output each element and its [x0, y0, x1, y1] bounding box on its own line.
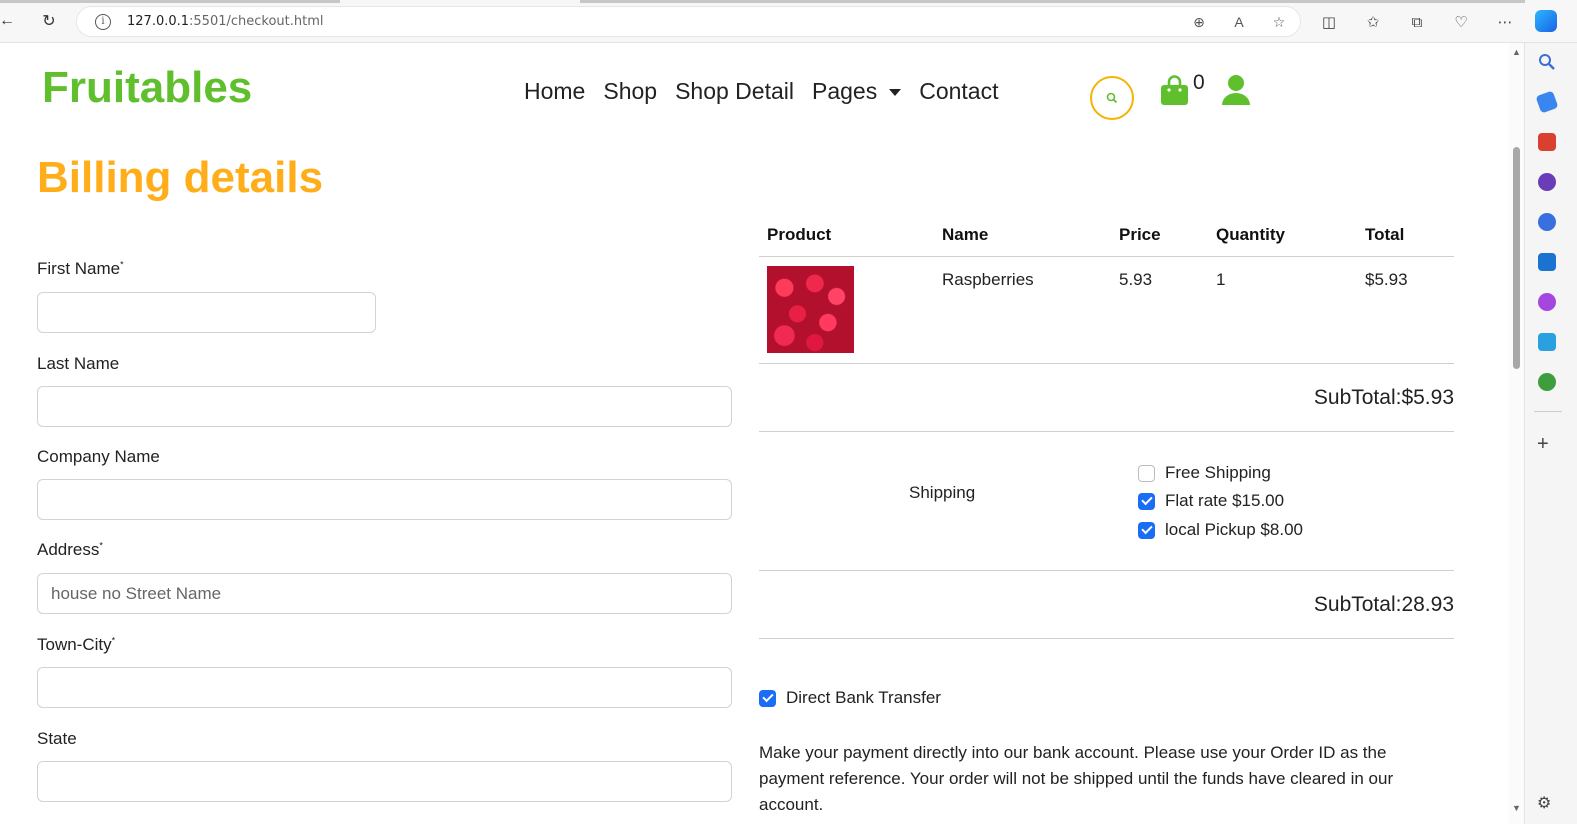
col-header-product: Product — [767, 225, 832, 244]
collections-icon[interactable]: ⧉ — [1406, 11, 1428, 33]
cart-button[interactable] — [1160, 75, 1189, 111]
tree-icon[interactable] — [1538, 373, 1556, 391]
user-account-button[interactable] — [1221, 74, 1251, 111]
address-bar[interactable]: i 127.0.0.1:5501/checkout.html ⊕ A ☆ — [76, 6, 1301, 37]
browser-side-panel: + ⚙ — [1524, 43, 1577, 824]
item-quantity: 1 — [1216, 270, 1226, 289]
browser-essentials-icon[interactable]: ♡ — [1450, 11, 1472, 33]
shipping-label: Shipping — [909, 483, 976, 502]
state-field[interactable] — [37, 761, 732, 802]
url-text: 127.0.0.1:5501/checkout.html — [127, 14, 324, 29]
favorites-icon[interactable]: ✩ — [1362, 11, 1384, 33]
nav-shop-detail[interactable]: Shop Detail — [675, 78, 794, 105]
site-info-icon[interactable]: i — [95, 13, 111, 30]
col-header-price: Price — [1119, 225, 1161, 244]
back-icon[interactable]: ← — [0, 10, 18, 32]
tab-strip — [0, 0, 1577, 3]
nav-pages-label: Pages — [812, 78, 878, 104]
last-name-field[interactable] — [37, 386, 732, 427]
add-icon[interactable]: + — [1537, 433, 1549, 456]
company-name-label: Company Name — [37, 447, 160, 466]
col-header-name: Name — [942, 225, 989, 244]
scroll-up-arrow-icon[interactable]: ▲ — [1512, 47, 1521, 57]
payment-description: Make your payment directly into our bank… — [759, 743, 1394, 814]
address-field[interactable]: house no Street Name — [37, 573, 732, 614]
divider — [759, 638, 1454, 639]
browser-toolbar: ← ↻ i 127.0.0.1:5501/checkout.html ⊕ A ☆… — [0, 0, 1577, 43]
item-total: $5.93 — [1365, 270, 1408, 289]
divider — [759, 570, 1454, 571]
side-divider — [1534, 411, 1562, 412]
designer-icon[interactable] — [1538, 293, 1556, 311]
copilot-icon[interactable] — [1535, 10, 1557, 32]
local-pickup-checkbox[interactable] — [1138, 521, 1155, 539]
state-label: State — [37, 729, 77, 748]
favorite-star-icon[interactable]: ☆ — [1270, 13, 1288, 31]
shipping-option-local-pickup[interactable]: local Pickup $8.00 — [1138, 520, 1303, 540]
payment-option-label: Direct Bank Transfer — [786, 688, 941, 707]
user-icon — [1222, 75, 1250, 105]
divider — [759, 431, 1454, 432]
flat-rate-checkbox[interactable] — [1138, 492, 1155, 510]
main-nav: Home Shop Shop Detail Pages Contact — [524, 78, 1016, 105]
col-header-quantity: Quantity — [1216, 225, 1285, 244]
payment-option-bank-transfer[interactable]: Direct Bank Transfer — [759, 688, 941, 708]
nav-shop[interactable]: Shop — [603, 78, 657, 105]
more-menu-icon[interactable]: ⋯ — [1494, 11, 1516, 33]
shipping-option-free[interactable]: Free Shipping — [1138, 463, 1271, 483]
company-name-field[interactable] — [37, 479, 732, 520]
subtotal: SubTotal:$5.93 — [1313, 386, 1454, 409]
search-button[interactable] — [1090, 76, 1134, 120]
item-price: 5.93 — [1119, 270, 1153, 289]
page: Fruitables Home Shop Shop Detail Pages C… — [0, 43, 1509, 824]
shipping-option-label: Flat rate $15.00 — [1165, 491, 1285, 510]
shopping-tag-icon[interactable] — [1535, 90, 1559, 114]
outlook-icon[interactable] — [1538, 253, 1556, 271]
scroll-down-arrow-icon[interactable]: ▼ — [1512, 803, 1521, 813]
town-city-field[interactable] — [37, 667, 732, 708]
free-shipping-checkbox[interactable] — [1138, 464, 1155, 482]
split-screen-icon[interactable]: ◫ — [1318, 11, 1340, 33]
page-title: Billing details — [37, 153, 324, 202]
side-search-icon[interactable] — [1538, 53, 1556, 71]
refresh-icon[interactable]: ↻ — [38, 10, 60, 32]
chevron-down-icon — [889, 89, 902, 97]
send-icon[interactable] — [1538, 333, 1556, 351]
product-image-raspberries — [767, 266, 854, 353]
read-aloud-icon[interactable]: A — [1230, 13, 1248, 31]
divider — [759, 256, 1454, 257]
shipping-option-flat-rate[interactable]: Flat rate $15.00 — [1138, 491, 1284, 511]
cart-count: 0 — [1193, 71, 1205, 94]
nav-home[interactable]: Home — [524, 78, 585, 105]
brand-logo[interactable]: Fruitables — [42, 63, 252, 113]
grand-subtotal: SubTotal:28.93 — [1313, 593, 1454, 616]
page-scrollbar[interactable]: ▲ ▼ — [1509, 43, 1524, 824]
item-name: Raspberries — [942, 270, 1034, 289]
nav-pages[interactable]: Pages — [812, 78, 902, 105]
nav-contact[interactable]: Contact — [919, 78, 998, 105]
search-icon — [1106, 92, 1118, 104]
games-icon[interactable] — [1538, 173, 1556, 191]
first-name-field[interactable] — [37, 292, 376, 333]
address-label: Address* — [37, 540, 103, 559]
shipping-option-label: Free Shipping — [1165, 463, 1271, 482]
scroll-thumb[interactable] — [1513, 147, 1520, 369]
col-header-total: Total — [1365, 225, 1405, 244]
zoom-icon[interactable]: ⊕ — [1190, 13, 1208, 31]
gear-icon[interactable]: ⚙ — [1537, 793, 1551, 813]
microsoft-365-icon[interactable] — [1538, 213, 1556, 231]
last-name-label: Last Name — [37, 354, 120, 373]
first-name-label: First Name* — [37, 259, 124, 278]
bank-transfer-checkbox[interactable] — [759, 689, 776, 707]
town-city-label: Town-City* — [37, 635, 116, 654]
tools-icon[interactable] — [1538, 133, 1556, 151]
shopping-bag-icon — [1161, 75, 1188, 105]
divider — [759, 363, 1454, 364]
shipping-option-label: local Pickup $8.00 — [1165, 520, 1303, 539]
